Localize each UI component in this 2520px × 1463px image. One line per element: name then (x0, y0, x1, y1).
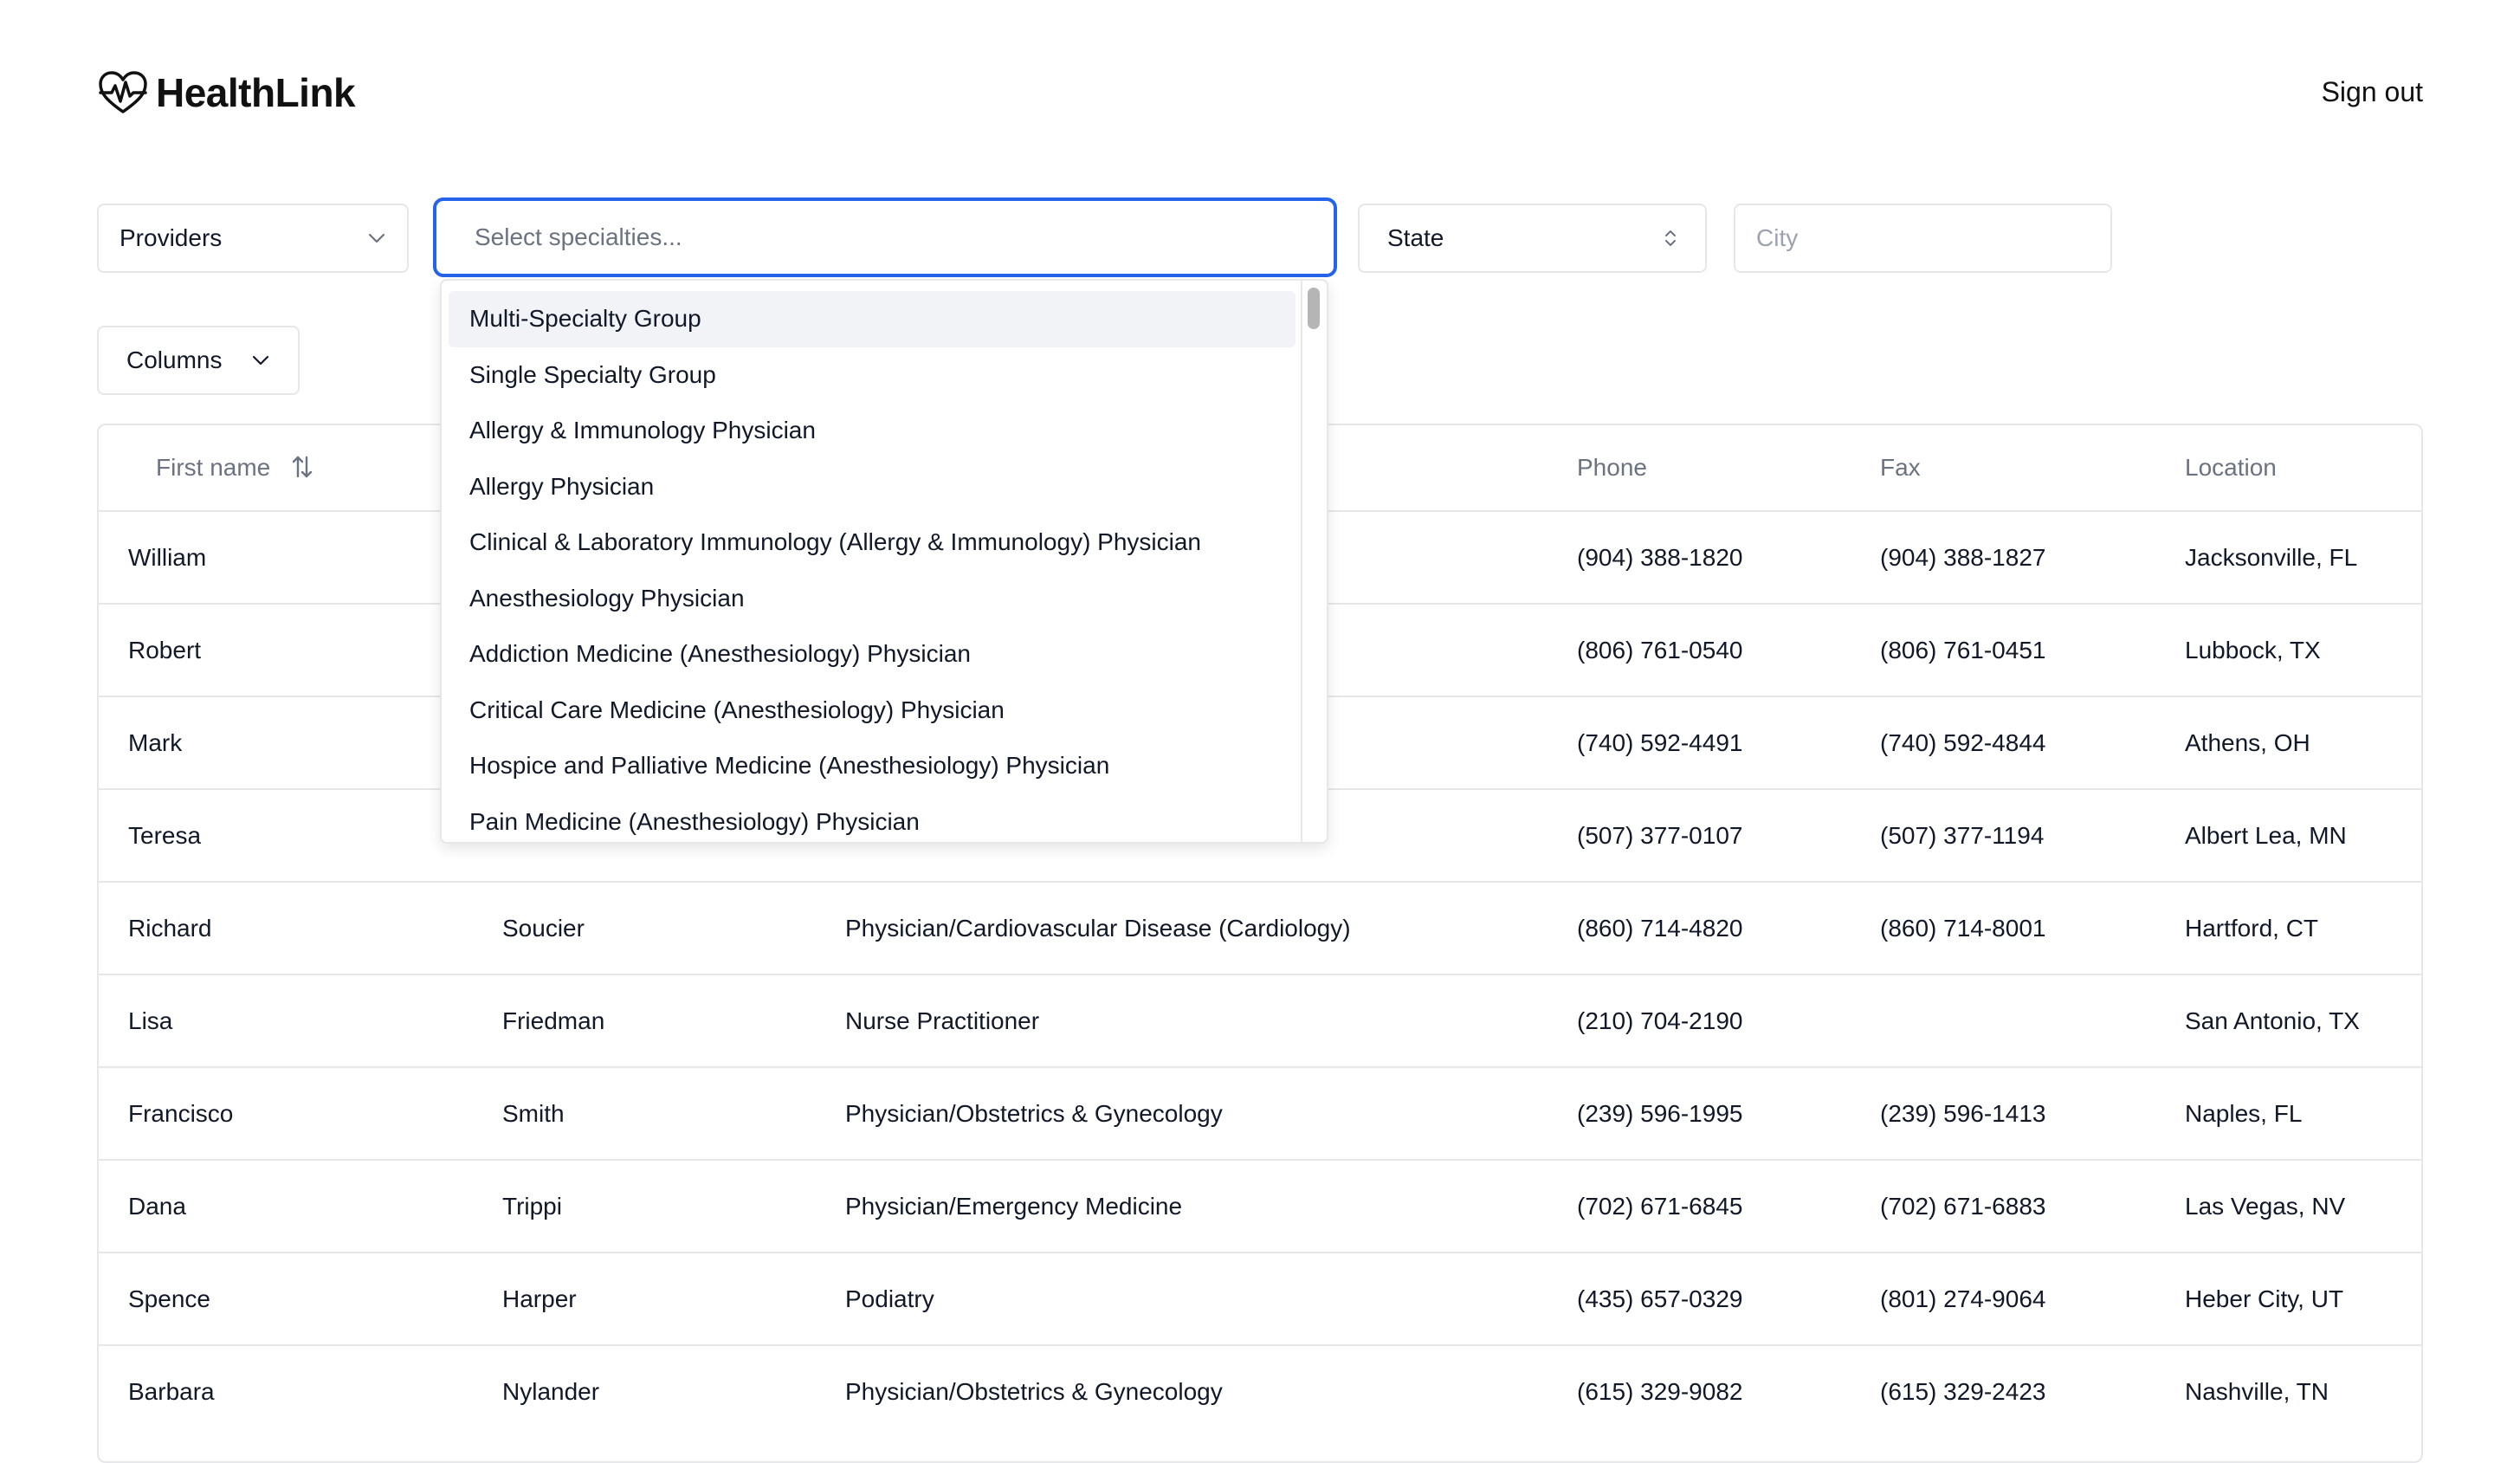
specialty-option[interactable]: Hospice and Palliative Medicine (Anesthe… (449, 738, 1296, 794)
specialty-option[interactable]: Single Specialty Group (449, 347, 1296, 404)
city-input[interactable]: City (1734, 204, 2112, 273)
app-name: HealthLink (156, 70, 356, 115)
location-cell: Heber City, UT (2185, 1252, 2421, 1345)
last-name-cell: Friedman (502, 974, 845, 1067)
table-row[interactable]: Francisco Smith Physician/Obstetrics & Gyn… (99, 1066, 2421, 1160)
specialty-cell: Podiatry (845, 1252, 1577, 1345)
specialties-dropdown: Multi-Specialty Group Single Specialty Gr… (440, 279, 1328, 844)
location-cell: Hartford, CT (2185, 881, 2421, 974)
city-placeholder: City (1756, 224, 1799, 251)
phone-cell: (239) 596-1995 (1577, 1066, 1880, 1160)
fax-cell: (860) 714-8001 (1880, 881, 2185, 974)
first-name-cell: Lisa (99, 974, 502, 1067)
specialty-option[interactable]: Anesthesiology Physician (449, 571, 1296, 627)
fax-cell: (801) 274-9064 (1880, 1252, 2185, 1345)
column-header-location[interactable]: Location (2185, 425, 2421, 511)
table-row[interactable]: Lisa Friedman Nurse Practitioner (210) 704-… (99, 974, 2421, 1067)
first-name-cell: Richard (99, 881, 502, 974)
specialty-option[interactable]: Critical Care Medicine (Anesthesiology) … (449, 683, 1296, 739)
phone-cell: (435) 657-0329 (1577, 1252, 1880, 1345)
fax-cell: (806) 761-0451 (1880, 603, 2185, 696)
fax-cell: (507) 377-1194 (1880, 788, 2185, 882)
columns-button[interactable]: Columns (97, 326, 300, 395)
location-cell: Naples, FL (2185, 1066, 2421, 1160)
location-cell: Albert Lea, MN (2185, 788, 2421, 882)
phone-cell: (740) 592-4491 (1577, 696, 1880, 789)
chevron-up-down-icon (1665, 230, 1676, 246)
phone-cell: (615) 329-9082 (1577, 1344, 1880, 1437)
location-cell: Athens, OH (2185, 696, 2421, 789)
first-name-cell: Dana (99, 1159, 502, 1253)
specialty-option[interactable]: Allergy & Immunology Physician (449, 403, 1296, 459)
phone-cell: (507) 377-0107 (1577, 788, 1880, 882)
first-name-cell: Francisco (99, 1066, 502, 1160)
location-cell: Las Vegas, NV (2185, 1159, 2421, 1253)
phone-cell: (702) 671-6845 (1577, 1159, 1880, 1253)
table-row[interactable]: Barbara Nylander Physician/Obstetrics & Gy… (99, 1344, 2421, 1437)
dropdown-scrollbar[interactable] (1301, 281, 1327, 842)
location-cell: Jacksonville, FL (2185, 510, 2421, 604)
phone-cell: (210) 704-2190 (1577, 974, 1880, 1067)
specialties-placeholder: Select specialties... (475, 223, 682, 250)
column-header-fax[interactable]: Fax (1880, 425, 2185, 511)
specialty-cell: Physician/Obstetrics & Gynecology (845, 1344, 1577, 1437)
columns-label: Columns (126, 346, 223, 373)
fax-cell: (740) 592-4844 (1880, 696, 2185, 789)
chevron-down-icon (368, 233, 385, 243)
location-cell: Nashville, TN (2185, 1344, 2421, 1437)
table-row[interactable]: Richard Soucier Physician/Cardiovascular D… (99, 881, 2421, 974)
state-select[interactable]: State (1358, 204, 1707, 273)
specialty-option[interactable]: Pain Medicine (Anesthesiology) Physician (449, 794, 1296, 843)
state-value: State (1387, 224, 1444, 251)
column-header-label: First name (156, 454, 271, 481)
phone-cell: (904) 388-1820 (1577, 510, 1880, 604)
first-name-cell: Spence (99, 1252, 502, 1345)
last-name-cell: Harper (502, 1252, 845, 1345)
last-name-cell: Trippi (502, 1159, 845, 1253)
specialty-cell: Nurse Practitioner (845, 974, 1577, 1067)
phone-cell: (806) 761-0540 (1577, 603, 1880, 696)
fax-cell (1880, 974, 2185, 1067)
sign-out-link[interactable]: Sign out (2322, 76, 2423, 108)
fax-cell: (702) 671-6883 (1880, 1159, 2185, 1253)
specialty-option[interactable]: Allergy Physician (449, 459, 1296, 515)
specialties-input[interactable]: Select specialties... (433, 197, 1337, 277)
fax-cell: (904) 388-1827 (1880, 510, 2185, 604)
column-header-phone[interactable]: Phone (1577, 425, 1880, 511)
specialty-cell: Physician/Emergency Medicine (845, 1159, 1577, 1253)
fax-cell: (615) 329-2423 (1880, 1344, 2185, 1437)
sort-arrows-icon[interactable] (289, 454, 315, 480)
phone-cell: (860) 714-4820 (1577, 881, 1880, 974)
specialty-cell: Physician/Obstetrics & Gynecology (845, 1066, 1577, 1160)
app-header: HealthLink Sign out (97, 69, 2423, 125)
chevron-down-icon (252, 355, 269, 366)
specialty-option[interactable]: Clinical & Laboratory Immunology (Allerg… (449, 515, 1296, 571)
location-cell: Lubbock, TX (2185, 603, 2421, 696)
table-row[interactable]: Spence Harper Podiatry (435) 657-0329 (801) … (99, 1252, 2421, 1345)
specialty-option[interactable]: Addiction Medicine (Anesthesiology) Phys… (449, 626, 1296, 683)
heart-pulse-icon (99, 71, 147, 113)
specialties-options: Multi-Specialty Group Single Specialty Gr… (449, 291, 1296, 843)
app-logo[interactable]: HealthLink (97, 69, 356, 116)
scrollbar-thumb[interactable] (1308, 288, 1320, 329)
last-name-cell: Nylander (502, 1344, 845, 1437)
table-row[interactable]: Dana Trippi Physician/Emergency Medicine (7… (99, 1159, 2421, 1253)
provider-type-value: Providers (120, 224, 223, 251)
last-name-cell: Soucier (502, 881, 845, 974)
location-cell: San Antonio, TX (2185, 974, 2421, 1067)
provider-type-select[interactable]: Providers (97, 204, 409, 273)
last-name-cell: Smith (502, 1066, 845, 1160)
specialty-option[interactable]: Multi-Specialty Group (449, 291, 1296, 347)
specialty-cell: Physician/Cardiovascular Disease (Cardio… (845, 881, 1577, 974)
first-name-cell: Barbara (99, 1344, 502, 1437)
fax-cell: (239) 596-1413 (1880, 1066, 2185, 1160)
